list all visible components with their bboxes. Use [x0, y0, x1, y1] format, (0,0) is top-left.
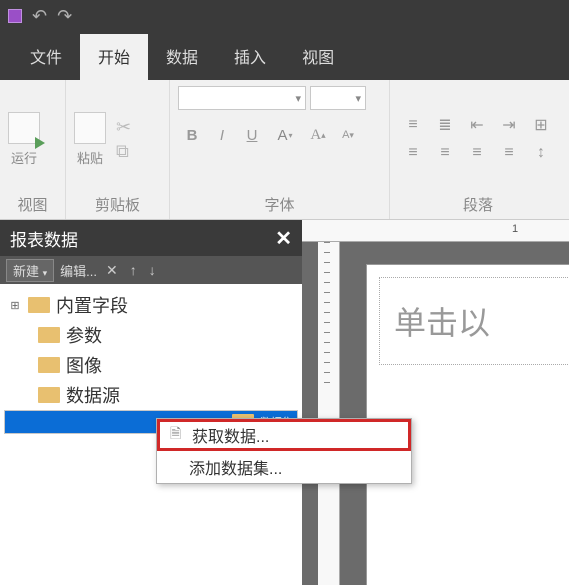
group-font-label: 字体: [178, 192, 381, 217]
tree-label: 图像: [66, 352, 102, 378]
title-bar: ↶ ↷: [0, 0, 569, 32]
group-clipboard: 粘贴 ✂ ⧉ 剪贴板: [66, 80, 170, 219]
menu-bar: 文件 开始 数据 插入 视图: [0, 32, 569, 80]
tab-view[interactable]: 视图: [284, 34, 352, 80]
tree-item-images[interactable]: 图像: [4, 350, 298, 380]
expand-icon[interactable]: ⊞: [8, 299, 22, 312]
tree-label: 数据源: [66, 382, 120, 408]
shrink-font-button[interactable]: A▾: [334, 122, 362, 148]
line-spacing-button[interactable]: ↕: [526, 140, 556, 166]
tree-label: 内置字段: [56, 292, 128, 318]
font-family-select[interactable]: ▾: [178, 86, 306, 110]
page-body[interactable]: 单击以: [379, 277, 569, 365]
align-left-button[interactable]: ≡: [398, 140, 428, 166]
play-icon: [35, 137, 45, 149]
copy-icon[interactable]: ⧉: [116, 141, 131, 162]
folder-icon: [38, 357, 60, 373]
grow-font-button[interactable]: A▴: [304, 122, 332, 148]
panel-header: 报表数据 ✕: [0, 220, 302, 256]
new-button[interactable]: 新建 ▾: [6, 259, 54, 282]
align-right-button[interactable]: ≡: [462, 140, 492, 166]
group-font: ▾ ▾ B I U A▾ A▴ A▾ 字体: [170, 80, 390, 219]
underline-button[interactable]: U: [238, 122, 266, 148]
horizontal-ruler: 1: [302, 220, 569, 242]
group-paragraph-label: 段落: [398, 192, 558, 217]
move-up-icon[interactable]: ↑: [127, 262, 140, 278]
tab-home[interactable]: 开始: [80, 34, 148, 80]
cut-icon[interactable]: ✂: [116, 117, 131, 138]
tree-label: 参数: [66, 322, 102, 348]
delete-icon[interactable]: ✕: [103, 262, 121, 279]
tree-item-sources[interactable]: 数据源: [4, 380, 298, 410]
ctx-label: 获取数据...: [192, 423, 269, 447]
ctx-get-data[interactable]: 🗎 获取数据...: [157, 419, 411, 451]
group-paragraph: ≡ ≣ ⇤ ⇥ ⊞ ≡ ≡ ≡ ≡ ↕ 段落: [390, 80, 566, 219]
tree-item-params[interactable]: 参数: [4, 320, 298, 350]
merge-button[interactable]: ⊞: [526, 112, 556, 138]
group-view: 运行 视图: [0, 80, 66, 219]
design-canvas[interactable]: 1 单击以: [302, 220, 569, 585]
folder-icon: [38, 327, 60, 343]
tree-item-builtin[interactable]: ⊞ 内置字段: [4, 290, 298, 320]
folder-icon: [38, 387, 60, 403]
font-color-button[interactable]: A▾: [268, 122, 302, 148]
run-label: 运行: [11, 148, 37, 167]
tab-file[interactable]: 文件: [12, 34, 80, 80]
ruler-mark: 1: [512, 223, 518, 235]
report-data-panel: 报表数据 ✕ 新建 ▾ 编辑... ✕ ↑ ↓ ⊞内置字段 参数 图像 数据源 …: [0, 220, 302, 585]
redo-icon[interactable]: ↷: [57, 6, 72, 27]
run-button[interactable]: 运行: [8, 112, 40, 167]
report-icon: [8, 112, 40, 144]
move-down-icon[interactable]: ↓: [146, 262, 159, 278]
clipboard-icon: [74, 112, 106, 144]
font-size-select[interactable]: ▾: [310, 86, 366, 110]
italic-button[interactable]: I: [208, 122, 236, 148]
tab-insert[interactable]: 插入: [216, 34, 284, 80]
increase-indent-button[interactable]: ⇥: [494, 112, 524, 138]
ctx-add-dataset[interactable]: 添加数据集...: [157, 451, 411, 483]
ribbon: 运行 视图 粘贴 ✂ ⧉ 剪贴板 ▾ ▾ B I U: [0, 80, 569, 220]
bullet-list-button[interactable]: ≡: [398, 112, 428, 138]
number-list-button[interactable]: ≣: [430, 112, 460, 138]
context-menu: 🗎 获取数据... 添加数据集...: [156, 418, 412, 484]
save-icon[interactable]: [8, 9, 22, 23]
bold-button[interactable]: B: [178, 122, 206, 148]
placeholder-text[interactable]: 单击以: [394, 298, 569, 344]
ctx-label: 添加数据集...: [189, 455, 282, 479]
tab-data[interactable]: 数据: [148, 34, 216, 80]
paste-label: 粘贴: [77, 148, 103, 167]
close-icon[interactable]: ✕: [275, 226, 292, 251]
align-center-button[interactable]: ≡: [430, 140, 460, 166]
decrease-indent-button[interactable]: ⇤: [462, 112, 492, 138]
folder-icon: [28, 297, 50, 313]
edit-button[interactable]: 编辑...: [60, 261, 97, 280]
panel-title: 报表数据: [10, 226, 78, 251]
paste-button[interactable]: 粘贴: [74, 112, 106, 167]
group-view-label: 视图: [8, 192, 57, 217]
group-clipboard-label: 剪贴板: [74, 192, 161, 217]
vertical-ruler: [318, 242, 340, 585]
tree: ⊞内置字段 参数 图像 数据源 数据集: [0, 284, 302, 440]
get-data-icon: 🗎: [170, 423, 192, 447]
panel-toolbar: 新建 ▾ 编辑... ✕ ↑ ↓: [0, 256, 302, 284]
align-justify-button[interactable]: ≡: [494, 140, 524, 166]
undo-icon[interactable]: ↶: [32, 6, 47, 27]
